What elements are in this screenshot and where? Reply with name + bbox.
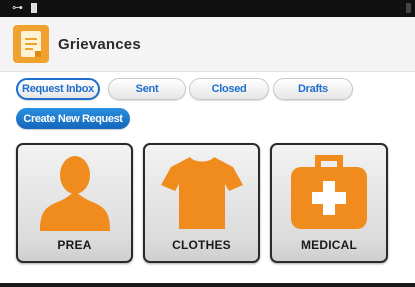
medical-kit-icon: [272, 151, 386, 231]
tab-closed[interactable]: Closed: [189, 78, 269, 100]
status-edge: [406, 3, 411, 13]
category-tile-clothes[interactable]: CLOTHES: [143, 143, 260, 263]
tile-label-medical: MEDICAL: [300, 238, 358, 252]
tab-drafts[interactable]: Drafts: [273, 78, 353, 100]
tab-sent[interactable]: Sent: [108, 78, 186, 100]
request-tabs: Request Inbox Sent Closed Drafts: [16, 78, 406, 100]
grievance-app-icon: [13, 25, 49, 63]
tile-label-prea: PREA: [57, 238, 92, 252]
create-new-request-button[interactable]: Create New Request: [16, 108, 130, 129]
category-tile-prea[interactable]: PREA: [16, 143, 133, 263]
status-bar: ⊶: [0, 0, 415, 17]
bottom-divider: [0, 283, 415, 287]
category-tile-medical[interactable]: MEDICAL: [270, 143, 388, 263]
tshirt-icon: [145, 151, 258, 231]
battery-icon: [31, 3, 37, 13]
tile-label-clothes: CLOTHES: [172, 238, 231, 252]
app-title: Grievances: [58, 36, 141, 53]
app-bar: Grievances: [0, 17, 415, 72]
key-icon: ⊶: [12, 2, 23, 14]
tab-request-inbox[interactable]: Request Inbox: [16, 78, 100, 100]
person-icon: [18, 151, 131, 231]
